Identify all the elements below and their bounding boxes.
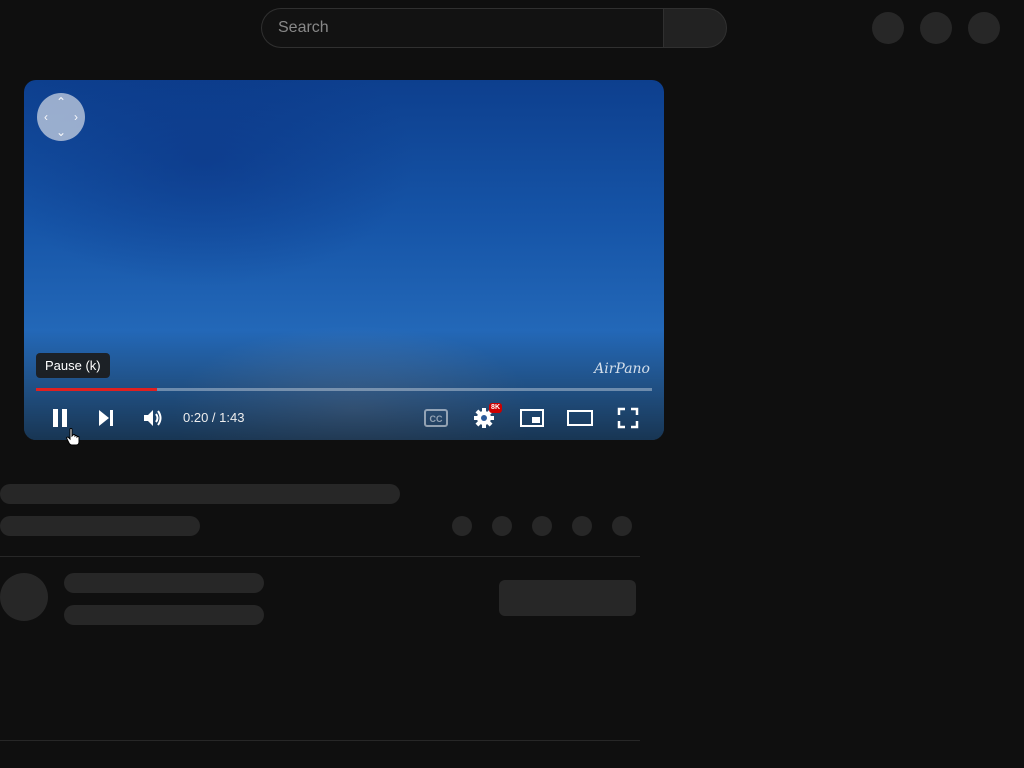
topbar-action-2-placeholder[interactable] [920, 12, 952, 44]
next-button[interactable] [90, 402, 122, 434]
pan-right-icon[interactable]: › [70, 111, 82, 123]
action-placeholder-3 [532, 516, 552, 536]
pause-tooltip: Pause (k) [36, 353, 110, 378]
pan-down-icon[interactable]: ⌄ [55, 126, 67, 138]
title-placeholder [0, 484, 400, 504]
quality-badge: 8K [489, 403, 502, 413]
channel-avatar-placeholder [0, 573, 48, 621]
next-icon [99, 410, 113, 426]
fullscreen-button[interactable] [612, 402, 644, 434]
theater-mode-button[interactable] [564, 402, 596, 434]
action-placeholder-1 [452, 516, 472, 536]
video-player[interactable]: ⌃ ⌄ ‹ › AirPano Pause (k) 0:20 / 1:43 CC… [24, 80, 664, 440]
divider-bottom [0, 740, 640, 741]
time-display: 0:20 / 1:43 [183, 410, 245, 425]
channel-subs-placeholder [64, 605, 264, 625]
progress-played [36, 388, 158, 391]
progress-bar[interactable] [36, 388, 652, 391]
settings-button[interactable]: 8K [468, 402, 502, 434]
mute-button[interactable] [137, 402, 169, 434]
fullscreen-icon [617, 407, 639, 429]
pan-up-icon[interactable]: ⌃ [55, 96, 67, 108]
channel-name-placeholder [64, 573, 264, 593]
meta-placeholder [0, 516, 200, 536]
pause-icon [53, 409, 67, 427]
action-placeholder-4 [572, 516, 592, 536]
search-box[interactable] [261, 8, 664, 48]
player-controls: 0:20 / 1:43 CC 8K [24, 398, 664, 438]
volume-icon [144, 410, 162, 426]
miniplayer-icon [520, 409, 544, 427]
channel-watermark[interactable]: AirPano [594, 361, 650, 377]
miniplayer-button[interactable] [516, 402, 548, 434]
svg-text:CC: CC [430, 414, 443, 424]
search-input[interactable] [278, 19, 664, 37]
watch-page: ⌃ ⌄ ‹ › AirPano Pause (k) [0, 0, 1024, 768]
search-button[interactable] [663, 8, 727, 48]
topbar-action-1-placeholder[interactable] [872, 12, 904, 44]
action-placeholder-2 [492, 516, 512, 536]
subtitles-icon: CC [424, 409, 448, 427]
pan-left-icon[interactable]: ‹ [40, 111, 52, 123]
theater-mode-icon [567, 410, 593, 426]
subscribe-button-placeholder [499, 580, 636, 616]
hand-cursor-icon [66, 428, 80, 446]
avatar-placeholder[interactable] [968, 12, 1000, 44]
360-navigation-icon[interactable]: ⌃ ⌄ ‹ › [37, 93, 85, 141]
subtitles-button[interactable]: CC [420, 402, 452, 434]
action-placeholder-5 [612, 516, 632, 536]
divider [0, 556, 640, 557]
